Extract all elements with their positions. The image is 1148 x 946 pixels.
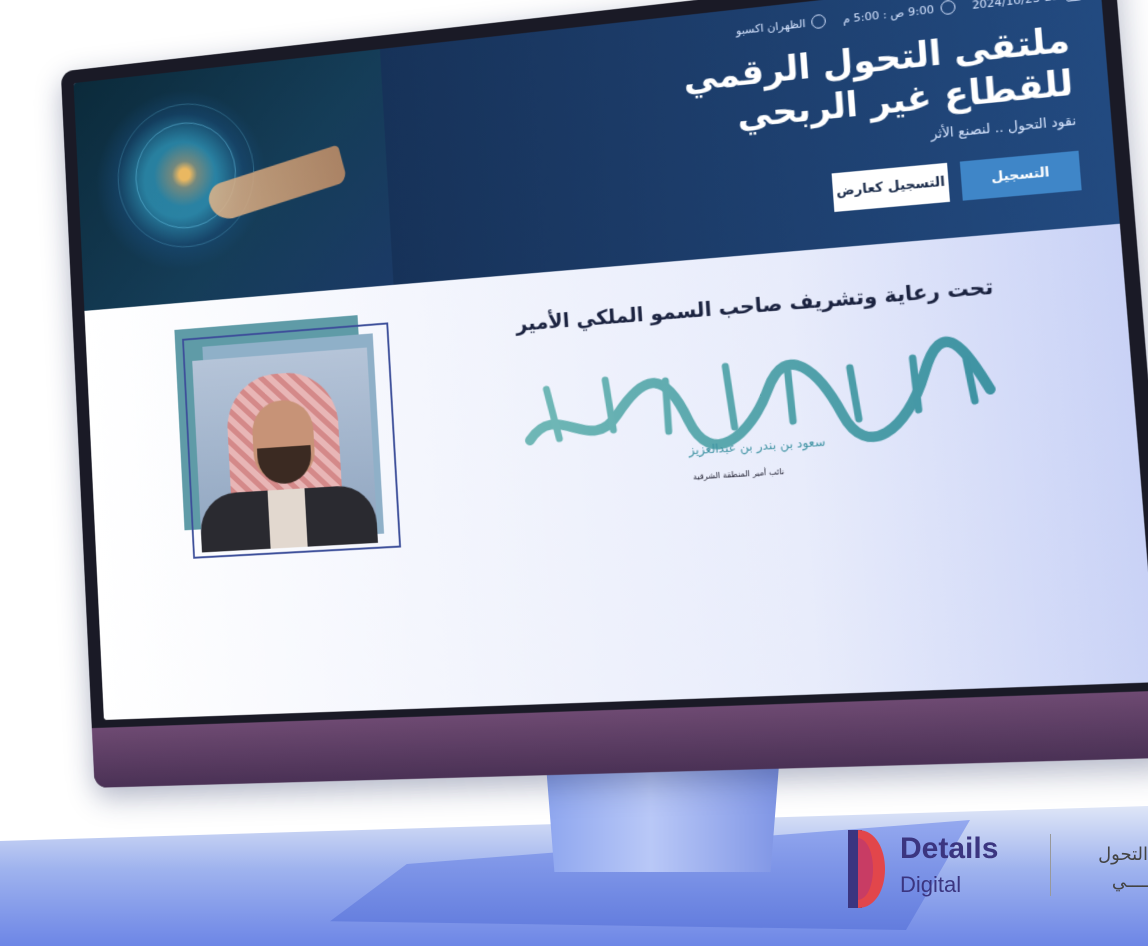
event-date-text: 2024/10/23-22 — [971, 0, 1060, 12]
brand-footer: Details Digital التحول ــــي — [842, 820, 1148, 930]
event-location: الظهران اكسبو — [735, 13, 827, 38]
event-location-text: الظهران اكسبو — [735, 16, 807, 37]
event-date: 2024/10/23-22 — [971, 0, 1082, 12]
hero-image-digital-globe — [73, 49, 394, 311]
patronage-section: تحت رعاية وتشريف صاحب السمو الملكي الأمي… — [84, 223, 1148, 720]
globe-ring — [114, 96, 258, 254]
details-digital-logo-icon — [848, 830, 885, 908]
patronage-heading: تحت رعاية وتشريف صاحب السمو الملكي الأمي… — [515, 274, 995, 336]
brand-ar-line1: التحول — [1098, 844, 1148, 865]
website-screen: 2024/10/23-22 9:00 ص : 5:00 م الظهران اك… — [73, 0, 1148, 720]
brand-ar-line2: ــــي — [1111, 871, 1148, 892]
event-time-text: 9:00 ص : 5:00 م — [842, 2, 935, 26]
register-button[interactable]: التسجيل — [959, 150, 1082, 201]
monitor: 2024/10/23-22 9:00 ص : 5:00 م الظهران اك… — [60, 0, 1148, 788]
brand-name: Details — [900, 832, 999, 865]
portrait-frame-outline — [182, 322, 402, 559]
patron-title: نائب أمير المنطقة الشرقية — [692, 466, 785, 482]
clock-icon — [939, 0, 956, 16]
event-time: 9:00 ص : 5:00 م — [842, 0, 956, 26]
location-icon — [811, 13, 827, 30]
brand-arabic-text: التحول ــــي — [1064, 844, 1148, 914]
brand-divider — [1050, 834, 1051, 896]
calendar-icon — [1065, 0, 1082, 2]
hero-tagline: نقود التحول .. لنصنع الأثر — [930, 113, 1077, 143]
brand-sub: Digital — [900, 872, 962, 897]
register-exhibitor-button[interactable]: التسجيل كعارض — [831, 162, 951, 212]
calligraphy-name-logo: سعود بن بندر بن عبدالعزيز — [515, 326, 1005, 471]
